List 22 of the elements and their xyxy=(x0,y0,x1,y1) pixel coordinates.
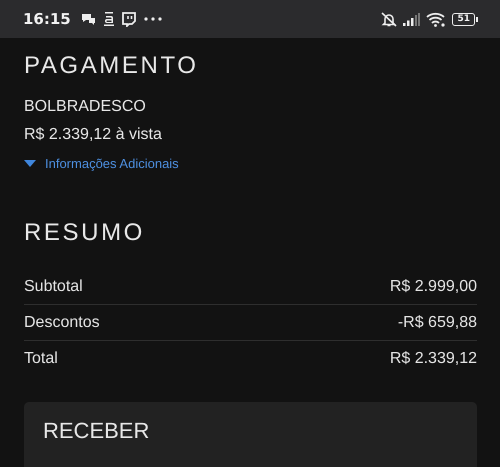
card-title: RECEBER xyxy=(43,418,150,443)
section-title: PAGAMENTO xyxy=(24,52,199,80)
summary-label: Subtotal xyxy=(24,278,83,296)
clock: 16:15 xyxy=(23,10,71,28)
payment-method: BOLBRADESCO xyxy=(24,98,146,116)
letter-a-icon xyxy=(104,12,114,26)
summary-value: -R$ 659,88 xyxy=(398,314,477,332)
caret-icon xyxy=(24,160,36,167)
additional-info-toggle[interactable]: Informações Adicionais xyxy=(24,156,179,171)
speech-bubble-icon xyxy=(122,12,136,26)
battery-icon: 51 xyxy=(452,12,478,26)
summary-value: R$ 2.999,00 xyxy=(390,278,477,296)
more-icon xyxy=(144,17,162,21)
muted-bell-icon xyxy=(381,12,398,26)
summary-value: R$ 2.339,12 xyxy=(390,350,477,368)
chat-icon xyxy=(80,13,96,25)
section-title: RESUMO xyxy=(24,219,145,247)
signal-icon xyxy=(403,12,420,26)
summary-label: Descontos xyxy=(24,314,100,332)
payment-amount: R$ 2.339,12 à vista xyxy=(24,126,162,144)
summary-label: Total xyxy=(24,350,58,368)
wifi-icon xyxy=(426,12,446,26)
